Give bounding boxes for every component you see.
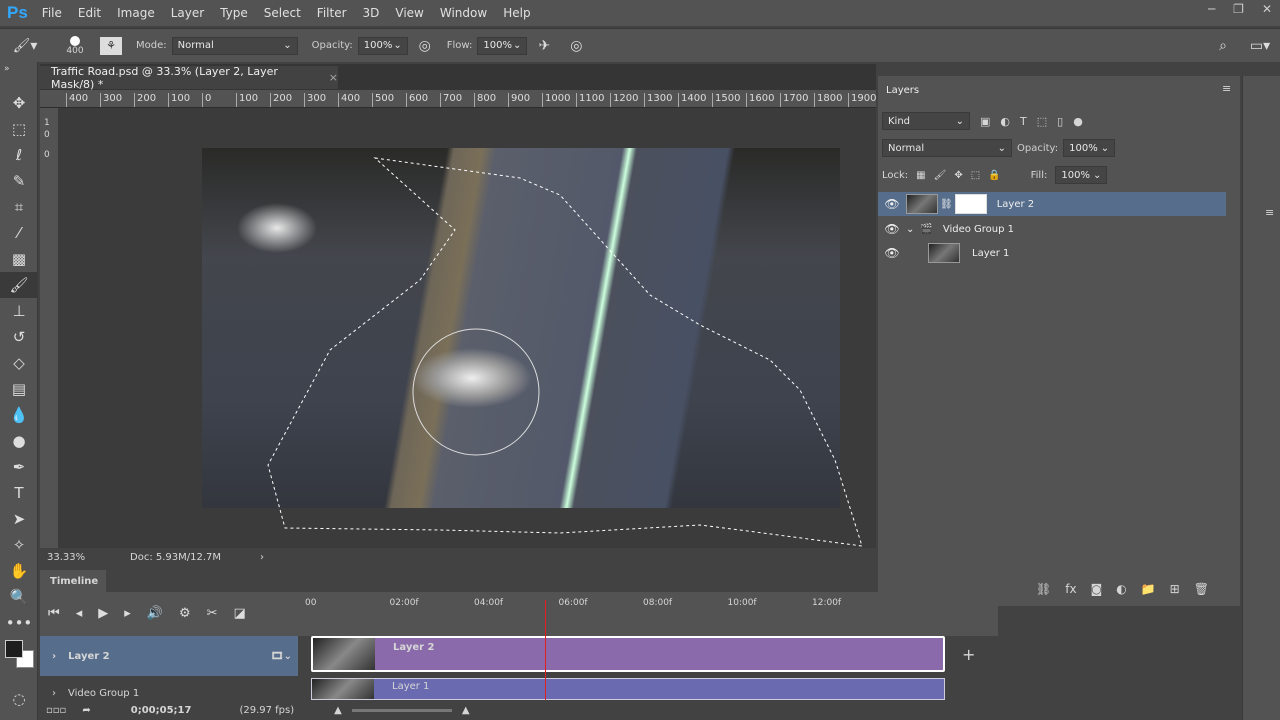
chevron-down-icon: ⌄ [1100,142,1110,154]
zoom-out-icon[interactable]: ▲ [334,705,342,716]
transition-icon[interactable]: ◪ [234,606,246,621]
lock-transparent-icon[interactable]: ▦ [916,170,925,181]
add-media-icon[interactable]: + [962,645,975,664]
doc-size: Doc: 5.93M/12.7M [130,551,222,563]
film-icon[interactable]: 🎞⌄ [271,651,292,662]
playhead[interactable] [545,600,547,700]
fx-icon[interactable]: fx [1065,582,1076,596]
frame-mode-icon[interactable]: ▫▫▫ [46,705,66,716]
first-frame-icon[interactable]: ⏮ [48,606,60,621]
lock-label: Lock: [882,169,909,181]
blend-row: Normal ⌄ Opacity: 100% ⌄ [882,139,1116,157]
timeline-tick: 06:00f [558,598,588,608]
panel-menu-icon[interactable]: ≡ [1222,82,1231,95]
layers-tab[interactable]: Layers [878,78,926,102]
lock-artboard-icon[interactable]: ⬚ [971,170,980,181]
fill-label: Fill: [1030,169,1048,181]
timeline-ruler[interactable]: 00 02:00f 04:00f 06:00f 08:00f 10:00f 12:00f [305,598,945,612]
visibility-eye-icon[interactable]: 👁 [878,222,906,236]
status-menu-icon[interactable]: › [260,552,264,563]
prev-frame-icon[interactable]: ◂ [76,606,83,621]
filter-toggle-icon[interactable]: ● [1073,115,1083,128]
chevron-down-icon: ⌄ [1092,169,1102,181]
collapse-chevron-icon[interactable]: ⌄ [906,224,914,235]
timeline-tick: 10:00f [727,598,757,608]
zoom-slider[interactable] [351,708,452,712]
filter-pixel-icon[interactable]: ▣ [980,115,990,128]
new-group-icon[interactable]: 📁 [1141,582,1156,596]
lock-all-icon[interactable]: 🔒 [988,170,1000,181]
settings-gear-icon[interactable]: ⚙ [179,606,191,621]
adjustment-layer-icon[interactable]: ◐ [1116,582,1126,596]
visibility-eye-icon[interactable]: 👁 [878,246,906,260]
zoom-in-icon[interactable]: ▲ [462,705,470,716]
add-mask-icon[interactable]: ◙ [1091,582,1103,596]
visibility-eye-icon[interactable]: 👁 [878,197,906,211]
delete-layer-icon[interactable]: 🗑 [1194,582,1209,596]
layer-thumbnail [906,194,938,214]
timeline-tick: 12:00f [812,598,842,608]
timecode: 0;00;05;17 [130,704,192,716]
filter-shape-icon[interactable]: ⬚ [1037,115,1047,128]
track-layer-2[interactable]: › Layer 2 🎞⌄ [40,636,298,676]
timeline-tab[interactable]: Timeline [40,570,106,592]
chevron-down-icon: ⌄ [997,142,1006,154]
right-panel-strip: ≡ [1242,76,1280,720]
timeline-tick: 08:00f [643,598,673,608]
timeline-footer: ▫▫▫ ➦ 0;00;05;17 (29.97 fps) ▲ ▲ [40,700,998,720]
layer-row-layer-1[interactable]: 👁 Layer 1 [878,241,1226,265]
brush-cursor [412,328,540,456]
next-frame-icon[interactable]: ▸ [124,606,131,621]
expand-chevron-icon[interactable]: › [52,651,56,662]
timeline-tick: 02:00f [389,598,419,608]
chevron-down-icon: ⌄ [955,115,964,127]
split-scissors-icon[interactable]: ✂ [207,606,218,621]
layer-filter-row: Kind ⌄ ▣ ◐ T ⬚ ▯ ● [882,112,1083,130]
frame-rate: (29.97 fps) [239,704,295,716]
new-layer-icon[interactable]: ⊞ [1170,582,1180,596]
timeline-tick: 00 [305,598,317,608]
render-icon[interactable]: ➦ [82,705,90,716]
video-group-icon: 🎬 [920,223,933,235]
link-layers-icon[interactable]: ⛓ [1036,582,1051,596]
zoom-level[interactable]: 33.33% [40,552,130,563]
layer-mask-thumbnail[interactable] [954,194,987,214]
lock-row: Lock: ▦ 🖌 ✥ ⬚ 🔒 Fill: 100% ⌄ [882,166,1108,184]
clip-layer-2[interactable]: Layer 2 [311,636,945,672]
mask-link-icon[interactable]: ⛓ [940,199,953,210]
lock-pixels-icon[interactable]: 🖌 [934,170,947,181]
layer-row-layer-2[interactable]: 👁 ⛓ Layer 2 [878,192,1226,216]
layers-footer: ⛓ fx ◙ ◐ 📁 ⊞ 🗑 [1036,582,1209,596]
audio-icon[interactable]: 🔊 [147,606,163,621]
filter-kind-select[interactable]: Kind ⌄ [882,112,970,130]
marching-ants-selection [267,157,863,547]
status-bar: 33.33% Doc: 5.93M/12.7M › [40,548,876,566]
expand-chevron-icon[interactable]: › [52,688,56,699]
clip-layer-1[interactable]: Layer 1 [311,678,945,700]
layer-row-video-group-1[interactable]: 👁 ⌄ 🎬 Video Group 1 [878,217,1226,241]
layer-opacity-input[interactable]: 100% ⌄ [1063,139,1116,157]
layer-thumbnail [928,243,960,263]
timeline-tick: 04:00f [474,598,504,608]
filter-adjustment-icon[interactable]: ◐ [1000,115,1010,128]
filter-smart-object-icon[interactable]: ▯ [1057,115,1063,128]
clip-thumbnail [312,679,374,699]
filter-type-icon[interactable]: T [1020,115,1027,128]
layer-opacity-label: Opacity: [1017,142,1059,154]
panel-menu-icon[interactable]: ≡ [1265,206,1280,219]
play-icon[interactable]: ▶ [98,606,108,621]
lock-position-icon[interactable]: ✥ [954,170,962,181]
blend-mode-select[interactable]: Normal ⌄ [882,139,1012,157]
clip-thumbnail [313,638,375,670]
fill-input[interactable]: 100% ⌄ [1055,166,1108,184]
